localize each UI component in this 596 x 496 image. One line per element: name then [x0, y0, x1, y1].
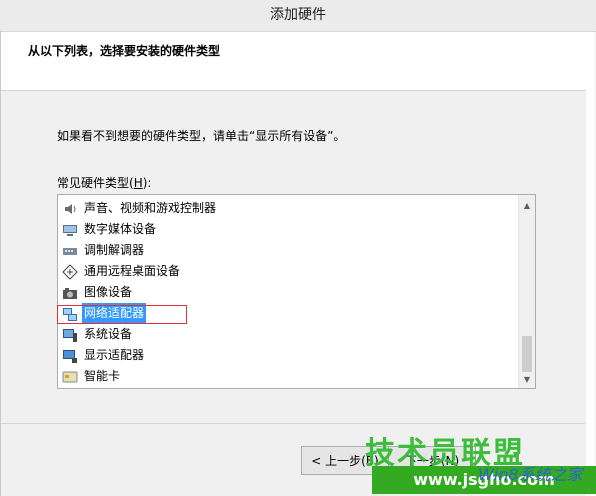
watermark-site: Win8系统之家 — [478, 465, 583, 484]
camera-icon — [63, 287, 77, 299]
list-item[interactable]: 显示适配器 — [62, 345, 146, 366]
list-label-suffix: ): — [142, 176, 152, 190]
list-item-label: 网络适配器 — [82, 303, 147, 324]
wizard-header: 从以下列表，选择要安装的硬件类型 — [1, 32, 586, 91]
hint-text: 如果看不到想要的硬件类型，请单击“显示所有设备”。 — [57, 129, 346, 143]
list-scrollbar[interactable]: ▲ ▼ — [518, 195, 535, 388]
list-item-label: 声音、视频和游戏控制器 — [84, 201, 217, 215]
modem-icon — [63, 247, 77, 255]
list-label-accesskey: H — [133, 176, 143, 190]
list-item-label: 系统设备 — [84, 327, 133, 341]
list-item-label: 数字媒体设备 — [84, 222, 157, 236]
list-item-label: 通用远程桌面设备 — [84, 264, 181, 278]
scroll-down-icon[interactable]: ▼ — [519, 371, 535, 388]
list-item[interactable]: 图像设备 — [62, 282, 134, 303]
list-item[interactable]: 数字媒体设备 — [62, 219, 158, 240]
media-device-icon — [63, 224, 77, 236]
speaker-icon — [65, 203, 76, 214]
window-title: 添加硬件 — [0, 0, 596, 32]
list-item[interactable]: 调制解调器 — [62, 240, 146, 261]
list-item[interactable]: 系统设备 — [62, 324, 134, 345]
scroll-up-icon[interactable]: ▲ — [519, 197, 535, 214]
remote-desktop-icon — [62, 263, 78, 280]
list-item[interactable]: 通用远程桌面设备 — [62, 261, 182, 282]
footer-divider — [1, 423, 586, 424]
list-label-prefix: 常见硬件类型( — [57, 176, 134, 190]
list-item[interactable]: 智能卡 — [62, 366, 122, 387]
list-item[interactable]: 声音、视频和游戏控制器 — [62, 198, 218, 219]
list-item-selected[interactable]: 网络适配器 — [62, 303, 147, 324]
hardware-type-list[interactable]: 声音、视频和游戏控制器 数字媒体设备 调制解调器 通用远程桌面设备 图像设备 网… — [57, 194, 536, 389]
network-adapter-icon — [63, 307, 77, 321]
list-item-label: 图像设备 — [84, 285, 133, 299]
header-title: 从以下列表，选择要安装的硬件类型 — [28, 44, 221, 58]
display-adapter-icon — [63, 349, 77, 363]
list-item-label: 智能卡 — [84, 369, 121, 383]
window-edge — [586, 32, 595, 496]
list-label: 常见硬件类型(H): — [57, 174, 151, 191]
list-item-label: 显示适配器 — [84, 348, 145, 362]
smart-card-icon — [62, 371, 78, 382]
scroll-thumb[interactable] — [522, 336, 532, 372]
list-item-label: 调制解调器 — [84, 243, 145, 257]
system-device-icon — [63, 328, 77, 342]
